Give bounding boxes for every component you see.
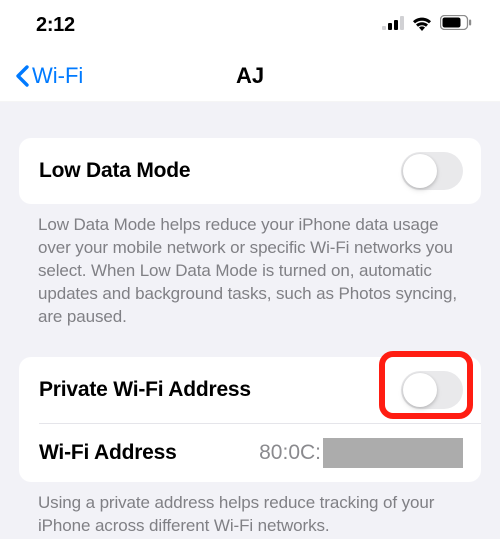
private-wifi-row[interactable]: Private Wi-Fi Address	[19, 357, 481, 423]
toggle-knob	[403, 154, 437, 188]
status-time: 2:12	[36, 14, 75, 37]
status-bar: 2:12	[0, 0, 500, 50]
back-label: Wi-Fi	[32, 63, 83, 89]
status-icons	[382, 15, 472, 36]
wifi-address-value: 80:0C:	[259, 441, 321, 465]
nav-bar: Wi-Fi AJ	[0, 50, 500, 102]
low-data-mode-footer: Low Data Mode helps reduce your iPhone d…	[0, 204, 500, 329]
low-data-mode-label: Low Data Mode	[39, 159, 190, 183]
low-data-mode-row[interactable]: Low Data Mode	[19, 138, 481, 204]
private-wifi-toggle[interactable]	[401, 371, 463, 409]
chevron-left-icon	[14, 64, 30, 88]
private-wifi-footer: Using a private address helps reduce tra…	[0, 482, 500, 538]
content: Low Data Mode Low Data Mode helps reduce…	[0, 102, 500, 538]
low-data-mode-toggle[interactable]	[401, 152, 463, 190]
page-title: AJ	[236, 63, 264, 89]
wifi-address-value-wrap: 80:0C:	[259, 438, 463, 468]
private-wifi-label: Private Wi-Fi Address	[39, 378, 251, 402]
wifi-icon	[411, 15, 433, 36]
wifi-address-group: Private Wi-Fi Address Wi-Fi Address 80:0…	[19, 357, 481, 482]
wifi-address-label: Wi-Fi Address	[39, 441, 177, 465]
toggle-knob	[403, 373, 437, 407]
low-data-mode-group: Low Data Mode	[19, 138, 481, 204]
wifi-address-row: Wi-Fi Address 80:0C:	[19, 424, 481, 482]
redacted-block	[323, 438, 463, 468]
back-button[interactable]: Wi-Fi	[14, 63, 83, 89]
cellular-icon	[382, 16, 404, 35]
battery-icon	[440, 15, 472, 35]
